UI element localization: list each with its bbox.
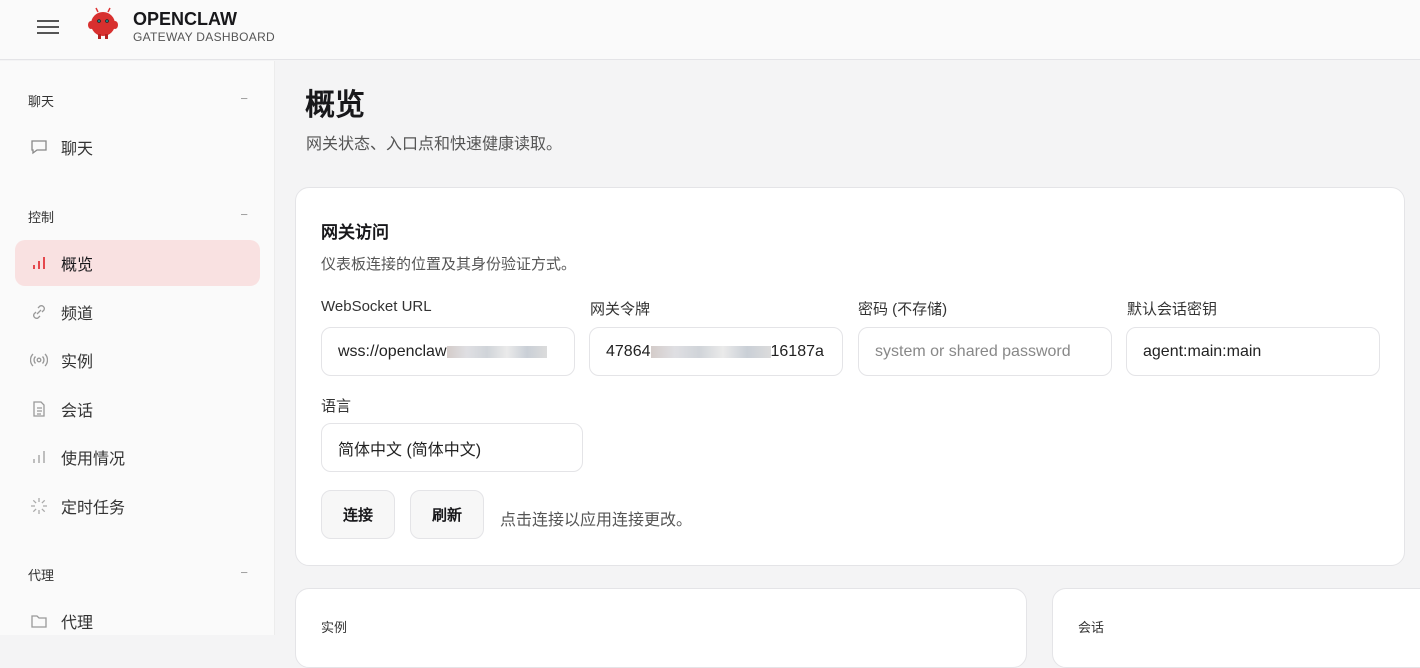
ws-url-label: WebSocket URL bbox=[321, 298, 432, 315]
token-input[interactable]: 47864 16187a bbox=[589, 327, 843, 376]
connect-button[interactable]: 连接 bbox=[321, 490, 395, 539]
group-label: 聊天 bbox=[28, 94, 55, 109]
connect-hint: 点击连接以应用连接更改。 bbox=[500, 512, 693, 529]
sidebar-item-channels[interactable]: 频道 bbox=[15, 289, 260, 335]
collapse-icon[interactable]: − bbox=[240, 565, 248, 580]
redacted-region bbox=[650, 345, 771, 358]
sidebar-item-label: 聊天 bbox=[61, 141, 94, 158]
sidebar-item-label: 频道 bbox=[61, 306, 94, 323]
session-key-input[interactable]: agent:main:main bbox=[1126, 327, 1380, 376]
sidebar-item-agents[interactable]: 代理 bbox=[15, 598, 260, 644]
bar-chart-icon bbox=[30, 448, 48, 466]
password-input[interactable]: system or shared password bbox=[858, 327, 1112, 376]
sidebar-item-instances[interactable]: 实例 bbox=[15, 337, 260, 383]
file-icon bbox=[30, 400, 48, 418]
session-key-label: 默认会话密钥 bbox=[1127, 301, 1218, 318]
sidebar-item-overview[interactable]: 概览 bbox=[15, 240, 260, 286]
password-label: 密码 (不存储) bbox=[858, 301, 948, 318]
top-bar: OPENCLAW GATEWAY DASHBOARD bbox=[0, 0, 1420, 60]
sidebar-item-usage[interactable]: 使用情况 bbox=[15, 434, 260, 480]
link-icon bbox=[30, 303, 48, 321]
card-description: 仪表板连接的位置及其身份验证方式。 bbox=[321, 256, 577, 273]
sidebar-item-label: 代理 bbox=[61, 615, 94, 632]
gateway-access-card: 网关访问 仪表板连接的位置及其身份验证方式。 WebSocket URL wss… bbox=[295, 187, 1405, 566]
sidebar: 聊天 − 聊天 控制 − 概览 频道 实例 会话 使用情况 定时任务 代理 − 代理 bbox=[0, 61, 275, 635]
card-title: 会话 bbox=[1078, 620, 1105, 635]
collapse-icon[interactable]: − bbox=[240, 207, 248, 222]
redacted-region bbox=[446, 345, 547, 358]
sessions-card: 会话 bbox=[1052, 588, 1420, 668]
folder-icon bbox=[30, 612, 48, 630]
broadcast-icon bbox=[30, 351, 48, 369]
sidebar-item-label: 概览 bbox=[61, 257, 94, 274]
card-title: 网关访问 bbox=[321, 223, 389, 242]
instances-card: 实例 bbox=[295, 588, 1027, 668]
sidebar-item-label: 会话 bbox=[61, 403, 94, 420]
page-description: 网关状态、入口点和快速健康读取。 bbox=[306, 136, 563, 153]
bar-chart-icon bbox=[30, 254, 48, 272]
sidebar-item-label: 定时任务 bbox=[61, 500, 126, 517]
language-select[interactable]: 简体中文 (简体中文) bbox=[321, 423, 583, 472]
token-label: 网关令牌 bbox=[590, 301, 651, 318]
sidebar-item-chat[interactable]: 聊天 bbox=[15, 124, 260, 170]
group-label: 控制 bbox=[28, 210, 55, 225]
message-icon bbox=[30, 138, 48, 156]
menu-icon[interactable] bbox=[37, 17, 59, 37]
ws-url-input[interactable]: wss://openclaw bbox=[321, 327, 575, 376]
sidebar-item-label: 使用情况 bbox=[61, 451, 126, 468]
token-tail: 16187a bbox=[770, 342, 824, 360]
sidebar-item-cron[interactable]: 定时任务 bbox=[15, 483, 260, 529]
group-chat[interactable]: 聊天 − bbox=[28, 91, 248, 110]
token-value: 47864 bbox=[606, 342, 651, 360]
card-title: 实例 bbox=[321, 620, 348, 635]
collapse-icon[interactable]: − bbox=[240, 91, 248, 106]
group-agents[interactable]: 代理 − bbox=[28, 565, 248, 584]
sidebar-item-sessions[interactable]: 会话 bbox=[15, 386, 260, 432]
brand-subtitle: GATEWAY DASHBOARD bbox=[133, 30, 276, 44]
page-title: 概览 bbox=[305, 89, 365, 122]
language-label: 语言 bbox=[321, 398, 352, 415]
group-label: 代理 bbox=[28, 568, 55, 583]
group-control[interactable]: 控制 − bbox=[28, 207, 248, 226]
ws-url-value: wss://openclaw bbox=[338, 342, 447, 360]
brand-name: OPENCLAW bbox=[133, 9, 238, 29]
loader-icon bbox=[30, 497, 48, 515]
sidebar-item-label: 实例 bbox=[61, 354, 94, 371]
refresh-button[interactable]: 刷新 bbox=[410, 490, 484, 539]
openclaw-logo bbox=[88, 7, 118, 39]
